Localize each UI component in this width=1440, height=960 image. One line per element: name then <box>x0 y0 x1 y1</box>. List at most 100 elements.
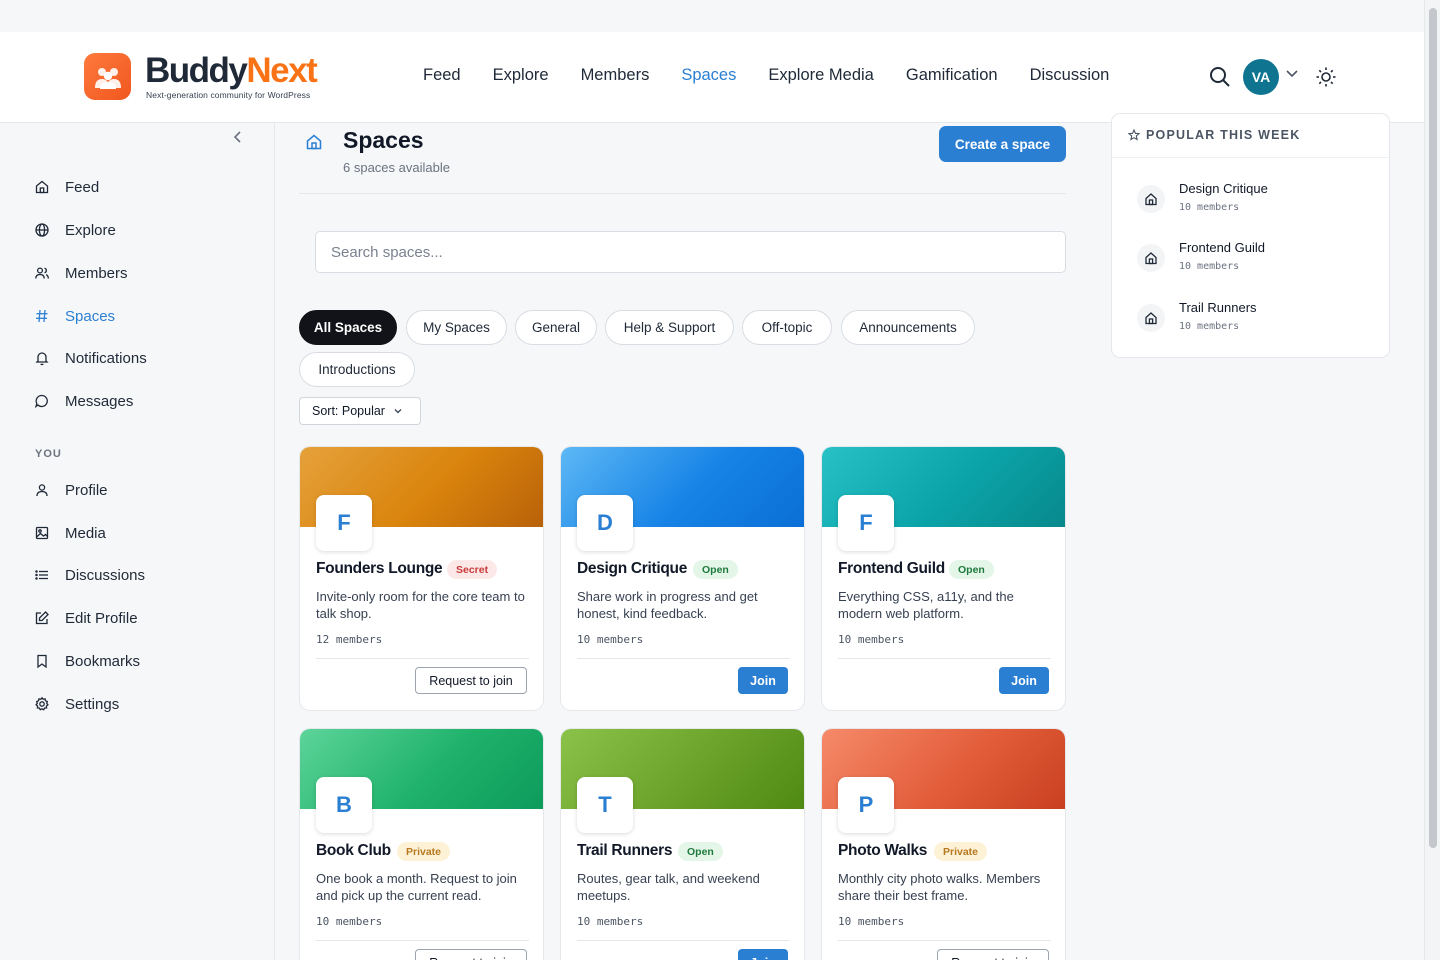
filter-chip-announcements[interactable]: Announcements <box>841 310 975 345</box>
join-button[interactable]: Join <box>999 667 1049 694</box>
brand-name-part2: Next <box>246 51 317 90</box>
bookmark-icon <box>37 654 47 669</box>
divider <box>1112 157 1389 158</box>
divider <box>838 940 1051 941</box>
nav-discussion[interactable]: Discussion <box>1030 66 1110 85</box>
space-name[interactable]: Founders Lounge <box>316 560 443 578</box>
filter-chip-all-spaces[interactable]: All Spaces <box>299 310 397 345</box>
request-to-join-button[interactable]: Request to join <box>415 949 527 960</box>
popular-item[interactable]: Frontend Guild 10 members <box>1137 240 1265 272</box>
page-scrollbar[interactable] <box>1424 0 1440 960</box>
space-card[interactable]: P Photo Walks Private Monthly city photo… <box>821 728 1066 960</box>
space-card[interactable]: F Founders Lounge Secret Invite-only roo… <box>299 446 544 711</box>
join-button[interactable]: Join <box>738 667 788 694</box>
filter-chip-off-topic[interactable]: Off-topic <box>742 310 832 345</box>
page-subtitle: 6 spaces available <box>343 160 450 175</box>
space-initial: P <box>838 777 894 833</box>
nav-feed[interactable]: Feed <box>423 66 461 85</box>
space-description: Monthly city photo walks. Members share … <box>838 871 1041 903</box>
sidebar-item-label: Messages <box>65 392 134 410</box>
sidebar-item-discussions[interactable]: Discussions <box>34 563 145 587</box>
filter-chip-introductions[interactable]: Introductions <box>299 352 415 387</box>
space-description: Share work in progress and get honest, k… <box>577 589 758 621</box>
avatar[interactable]: VA <box>1243 59 1279 95</box>
page-title: Spaces <box>343 127 424 153</box>
popular-item[interactable]: Design Critique 10 members <box>1137 181 1268 213</box>
chevron-left-icon[interactable] <box>230 129 246 145</box>
sidebar-item-bookmarks[interactable]: Bookmarks <box>34 649 140 673</box>
popular-item-name: Frontend Guild <box>1179 240 1265 255</box>
space-initial: T <box>577 777 633 833</box>
sidebar-item-members[interactable]: Members <box>34 261 128 285</box>
divider <box>299 193 1066 194</box>
space-card[interactable]: F Frontend Guild Open Everything CSS, a1… <box>821 446 1066 711</box>
sidebar-item-edit-profile[interactable]: Edit Profile <box>34 606 138 630</box>
list-icon <box>35 570 48 580</box>
space-card[interactable]: D Design Critique Open Share work in pro… <box>560 446 805 711</box>
space-card[interactable]: B Book Club Private One book a month. Re… <box>299 728 544 960</box>
nav-explore-media[interactable]: Explore Media <box>768 66 873 85</box>
sidebar-item-label: Settings <box>65 695 120 713</box>
popular-item-members: 10 members <box>1179 321 1240 332</box>
sidebar-item-settings[interactable]: Settings <box>34 692 119 716</box>
popular-item-members: 10 members <box>1179 202 1240 213</box>
sidebar-item-profile[interactable]: Profile <box>34 478 108 502</box>
nav-explore[interactable]: Explore <box>493 66 549 85</box>
star-icon <box>1128 129 1140 141</box>
space-name[interactable]: Frontend Guild <box>838 560 945 578</box>
sidebar-item-media[interactable]: Media <box>34 521 106 545</box>
request-to-join-button[interactable]: Request to join <box>415 667 527 694</box>
sort-dropdown[interactable]: Sort: Popular <box>299 397 421 425</box>
home-icon <box>1137 304 1165 332</box>
popular-item[interactable]: Trail Runners 10 members <box>1137 300 1257 332</box>
chevron-down-icon <box>394 409 402 414</box>
space-description: Everything CSS, a11y, and the modern web… <box>838 589 1014 621</box>
nav-members[interactable]: Members <box>581 66 650 85</box>
search-input[interactable] <box>315 231 1066 273</box>
nav-gamification[interactable]: Gamification <box>906 66 998 85</box>
filter-chip-my-spaces[interactable]: My Spaces <box>406 310 507 345</box>
join-button[interactable]: Join <box>738 949 788 960</box>
status-badge: Private <box>397 842 451 861</box>
space-name[interactable]: Trail Runners <box>577 842 672 860</box>
divider <box>316 658 529 659</box>
space-card[interactable]: T Trail Runners Open Routes, gear talk, … <box>560 728 805 960</box>
sidebar-item-label: Edit Profile <box>65 609 138 627</box>
scrollbar-thumb[interactable] <box>1429 8 1437 848</box>
main-nav: Feed Explore Members Spaces Explore Medi… <box>423 66 1109 85</box>
sidebar-item-explore[interactable]: Explore <box>34 218 116 242</box>
sidebar-item-label: Discussions <box>65 566 146 584</box>
space-name[interactable]: Design Critique <box>577 560 687 578</box>
sidebar-item-label: Profile <box>65 481 108 499</box>
divider <box>316 940 529 941</box>
space-initial: B <box>316 777 372 833</box>
member-count: 10 members <box>838 633 905 646</box>
popular-item-name: Trail Runners <box>1179 300 1257 315</box>
search-icon[interactable] <box>1208 65 1232 89</box>
space-initial: F <box>316 495 372 551</box>
sidebar-item-feed[interactable]: Feed <box>34 175 99 199</box>
sidebar-item-messages[interactable]: Messages <box>34 389 133 413</box>
create-space-button[interactable]: Create a space <box>939 126 1066 162</box>
sidebar-item-spaces[interactable]: Spaces <box>34 304 115 328</box>
space-description: Invite-only room for the core team to ta… <box>316 589 525 621</box>
logo-icon[interactable] <box>84 53 131 100</box>
space-name[interactable]: Book Club <box>316 842 391 860</box>
filter-chip-help-support[interactable]: Help & Support <box>605 310 734 345</box>
member-count: 10 members <box>838 915 905 928</box>
sun-icon[interactable] <box>1315 66 1337 88</box>
space-name[interactable]: Photo Walks <box>838 842 927 860</box>
sidebar-item-label: Notifications <box>65 349 147 367</box>
request-to-join-button[interactable]: Request to join <box>937 949 1049 960</box>
member-count: 10 members <box>577 915 644 928</box>
panel-header: POPULAR THIS WEEK <box>1128 128 1300 142</box>
sidebar-item-notifications[interactable]: Notifications <box>34 346 147 370</box>
status-badge: Private <box>934 842 988 861</box>
space-initial: D <box>577 495 633 551</box>
chevron-down-icon[interactable] <box>1285 67 1299 81</box>
member-count: 12 members <box>316 633 383 646</box>
nav-spaces[interactable]: Spaces <box>681 66 736 85</box>
brand-name[interactable]: BuddyNext <box>145 51 318 91</box>
popular-this-week-panel: POPULAR THIS WEEK Design Critique 10 mem… <box>1111 113 1390 358</box>
filter-chip-general[interactable]: General <box>515 310 597 345</box>
